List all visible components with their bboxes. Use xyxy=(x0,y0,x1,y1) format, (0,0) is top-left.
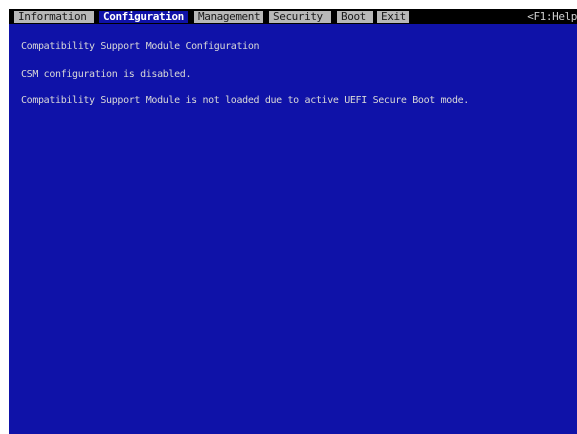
tab-information[interactable]: Information xyxy=(14,11,94,23)
help-hint: <F1:Help xyxy=(527,10,577,23)
tab-management[interactable]: Management xyxy=(194,11,263,23)
page-title: Compatibility Support Module Configurati… xyxy=(21,41,260,52)
secure-boot-message: Compatibility Support Module is not load… xyxy=(21,95,469,106)
menu-bar: Information Configuration Management Sec… xyxy=(9,9,577,24)
tab-boot[interactable]: Boot xyxy=(337,11,373,23)
tab-configuration[interactable]: Configuration xyxy=(99,11,188,23)
csm-status-text: CSM configuration is disabled. xyxy=(21,69,192,80)
tab-security[interactable]: Security xyxy=(269,11,331,23)
tab-exit[interactable]: Exit xyxy=(377,11,409,23)
bios-setup-screen: Information Configuration Management Sec… xyxy=(9,9,577,434)
main-content: Compatibility Support Module Configurati… xyxy=(9,24,577,434)
